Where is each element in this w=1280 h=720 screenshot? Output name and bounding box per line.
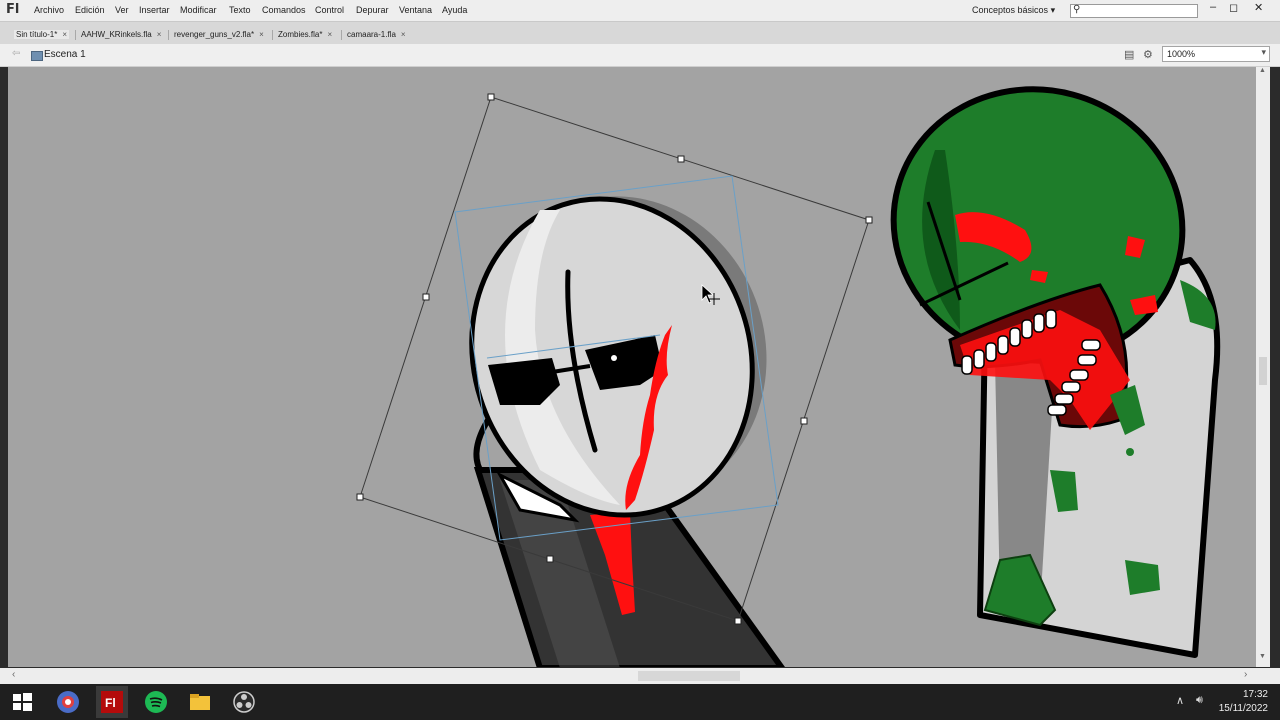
menu-edicion[interactable]: Edición <box>75 5 105 15</box>
menu-bar: Fl Archivo Edición Ver Insertar Modifica… <box>0 0 1280 22</box>
minimize-button[interactable]: – <box>1210 1 1216 13</box>
tab-divider <box>168 30 169 40</box>
obs-icon[interactable] <box>232 690 256 714</box>
chevron-up-icon[interactable]: ∧ <box>1176 694 1184 707</box>
tab-divider <box>341 30 342 40</box>
tab-divider <box>75 30 76 40</box>
file-explorer-icon[interactable] <box>188 690 212 714</box>
tab-zombies[interactable]: Zombies.fla* × <box>278 30 332 39</box>
search-input[interactable]: ⚲ <box>1070 4 1198 18</box>
menu-control[interactable]: Control <box>315 5 344 15</box>
scene-bar: ⇦ Escena 1 ▤ ⚙ <box>0 44 1280 67</box>
zoom-value: 1000% <box>1167 49 1196 59</box>
taskbar: Fl ∧ 🔊︎ 17:32 15/11/2022 <box>0 684 1280 720</box>
workspace-label: Conceptos básicos <box>972 5 1049 15</box>
scroll-thumb[interactable] <box>1259 357 1267 385</box>
menu-insertar[interactable]: Insertar <box>139 5 170 15</box>
menu-ver[interactable]: Ver <box>115 5 129 15</box>
scroll-right-icon[interactable]: › <box>1244 669 1247 680</box>
search-icon: ⚲ <box>1073 4 1081 15</box>
document-tabs: Sin título-1* × AAHW_KRinkels.fla × reveng… <box>0 22 1280 44</box>
menu-ayuda[interactable]: Ayuda <box>442 5 467 15</box>
scroll-left-icon[interactable]: ‹ <box>12 669 15 680</box>
horizontal-scrollbar[interactable]: ‹ › <box>0 668 1280 684</box>
menu-modificar[interactable]: Modificar <box>180 5 217 15</box>
zombie-character[interactable] <box>863 67 1221 658</box>
close-button[interactable]: ✕ <box>1254 1 1263 14</box>
stage-artwork <box>356 67 1221 667</box>
chevron-down-icon: ▾ <box>1050 5 1056 15</box>
chrome-icon[interactable] <box>56 690 80 714</box>
tab-camaara[interactable]: camaara-1.fla × <box>347 30 406 39</box>
menu-texto[interactable]: Texto <box>229 5 251 15</box>
menu-depurar[interactable]: Depurar <box>356 5 389 15</box>
chevron-down-icon: ▾ <box>1261 47 1266 57</box>
close-icon[interactable]: × <box>62 30 67 39</box>
scroll-thumb[interactable] <box>638 671 740 681</box>
tab-label: revenger_guns_v2.fla* <box>174 30 255 39</box>
close-icon[interactable]: × <box>401 30 406 39</box>
scroll-up-icon[interactable]: ▲ <box>1259 67 1266 74</box>
windows-start-icon[interactable] <box>10 690 34 714</box>
close-icon[interactable]: × <box>259 30 264 39</box>
close-icon[interactable]: × <box>327 30 332 39</box>
tab-sin-titulo[interactable]: Sin título-1* × <box>14 30 70 39</box>
vertical-scrollbar[interactable]: ▲ ▼ <box>1256 67 1270 667</box>
system-clock[interactable]: 17:32 15/11/2022 <box>1219 688 1268 716</box>
tab-label: Sin título-1* <box>16 30 58 39</box>
clock-date: 15/11/2022 <box>1218 703 1268 714</box>
flash-icon[interactable]: Fl <box>100 690 124 714</box>
workspace-selector[interactable]: Conceptos básicos ▾ <box>972 5 1055 16</box>
edit-symbols-icon[interactable]: ▤ <box>1124 48 1134 61</box>
tab-revenger-guns[interactable]: revenger_guns_v2.fla* × <box>174 30 264 39</box>
close-icon[interactable]: × <box>157 30 162 39</box>
tab-divider <box>272 30 273 40</box>
spotify-icon[interactable] <box>144 690 168 714</box>
scene-label[interactable]: Escena 1 <box>44 49 86 60</box>
tab-label: Zombies.fla* <box>278 30 323 39</box>
tab-aahw-krinkels[interactable]: AAHW_KRinkels.fla × <box>81 30 161 39</box>
edit-scene-icon[interactable]: ⚙ <box>1143 48 1153 61</box>
scene-icon <box>31 51 43 61</box>
clock-time: 17:32 <box>1242 689 1268 700</box>
menu-comandos[interactable]: Comandos <box>262 5 306 15</box>
flash-logo: Fl <box>6 2 20 17</box>
speaker-icon[interactable]: 🔊︎ <box>1196 694 1203 707</box>
svg-text:Fl: Fl <box>105 696 116 710</box>
restore-button[interactable]: ◻ <box>1229 1 1238 14</box>
menu-archivo[interactable]: Archivo <box>34 5 64 15</box>
scroll-down-icon[interactable]: ▼ <box>1259 653 1266 660</box>
tab-label: AAHW_KRinkels.fla <box>81 30 152 39</box>
stage-canvas[interactable] <box>8 67 1256 667</box>
zoom-select[interactable]: 1000% ▾ <box>1162 46 1270 62</box>
back-arrow-icon[interactable]: ⇦ <box>12 48 20 59</box>
tab-label: camaara-1.fla <box>347 30 396 39</box>
menu-ventana[interactable]: Ventana <box>399 5 432 15</box>
